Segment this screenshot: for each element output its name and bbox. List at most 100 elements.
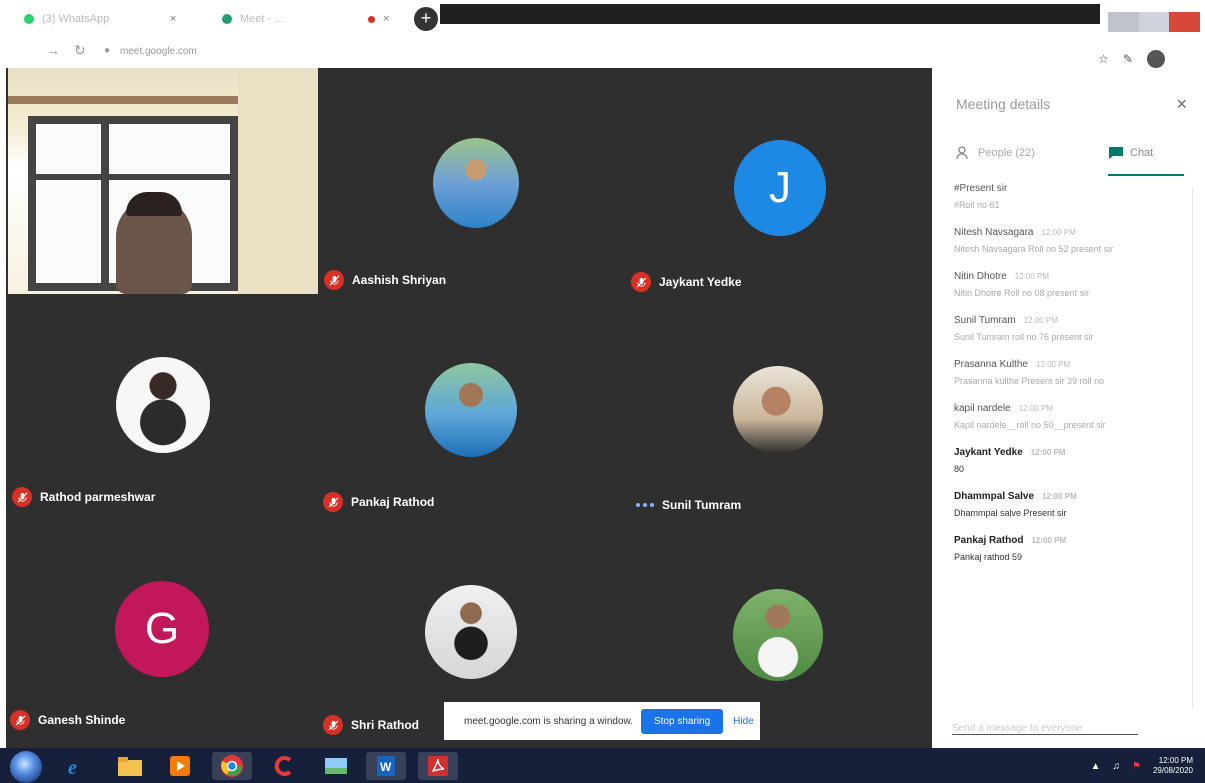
browser-tab-meet[interactable]: Meet - ... ×: [222, 8, 389, 30]
participant-name: Aashish Shriyan: [352, 273, 447, 287]
url-text[interactable]: meet.google.com: [120, 46, 197, 57]
close-window-button[interactable]: [1169, 12, 1201, 32]
chat-message: Nitesh Navsagara 12:00 PM Nitesh Navsagar…: [954, 227, 1192, 254]
message-time: 12:00 PM: [1014, 272, 1050, 281]
hide-button[interactable]: Hide: [733, 716, 754, 727]
back-icon[interactable]: →: [46, 42, 60, 58]
browser-tab-whatsapp[interactable]: (3) WhatsApp ×: [24, 8, 176, 30]
tab-people-label: People (22): [978, 147, 1035, 159]
folder-icon[interactable]: [110, 752, 150, 780]
participant-photo-aashish: [433, 138, 519, 228]
tab-chat[interactable]: Chat: [1108, 146, 1153, 160]
chat-message: #Present sir #Roll no 61: [954, 183, 1192, 210]
reload-icon[interactable]: ↻: [74, 42, 86, 59]
message-time: 12:00 PM: [1035, 360, 1071, 369]
chat-message: Pankaj Rathod 12:00 PM Pankaj rathod 59: [954, 535, 1192, 562]
meeting-details-panel: Meeting details × People (22) Chat #Pres…: [934, 68, 1205, 748]
sharing-message: meet.google.com is sharing a window.: [464, 715, 633, 727]
message-sender: Pankaj Rathod 12:00 PM: [954, 535, 1067, 546]
message-text: Sunil Tumram roll no 76 present sir: [954, 332, 1094, 342]
profile-avatar[interactable]: [1147, 50, 1165, 68]
message-sender: Prasanna Kulthe 12:00 PM: [954, 359, 1071, 370]
tab-strip-background: [440, 4, 1100, 24]
tab-people[interactable]: People (22): [956, 146, 1035, 160]
participant-photo-sunil: [733, 366, 823, 454]
chat-icon: [1109, 147, 1123, 159]
extension-icon[interactable]: ✎: [1123, 52, 1133, 66]
clock-date: 29/08/2020: [1152, 766, 1193, 775]
message-sender: #Present sir: [954, 183, 1008, 194]
panel-tabs: People (22) Chat: [956, 146, 1186, 176]
participant-avatar-jaykant: J: [734, 140, 826, 236]
action-center-icon[interactable]: ⚑: [1132, 761, 1141, 772]
windows-taskbar: e W ▲ ♫ ⚑ 12:00 PM 29/08/2020: [0, 748, 1205, 783]
message-time: 12:00 PM: [1018, 404, 1053, 413]
message-time: 12:00 PM: [1031, 536, 1067, 545]
meet-icon: [222, 14, 232, 24]
message-text: 80: [954, 464, 965, 474]
media-player-icon[interactable]: [160, 752, 200, 780]
close-panel-icon[interactable]: ×: [1176, 94, 1187, 115]
participant-label-shri: Shri Rathod: [323, 715, 419, 735]
ccleaner-icon[interactable]: [264, 752, 304, 780]
maximize-button[interactable]: [1138, 12, 1170, 32]
participant-label-pankaj: Pankaj Rathod: [323, 492, 434, 512]
chat-message: Nitin Dhotre 12:00 PM Nitin Dhotre Roll n…: [954, 271, 1192, 298]
stop-sharing-button[interactable]: Stop sharing: [640, 708, 724, 734]
clock[interactable]: 12:00 PM 29/08/2020: [1153, 756, 1193, 776]
message-text: Prasanna kulthe Present sir 39 roll no: [954, 376, 1105, 386]
start-button[interactable]: [10, 751, 42, 783]
close-tab-icon[interactable]: ×: [383, 13, 389, 25]
chat-message: Dhammpal Salve 12:00 PM Dhammpal salve Pr…: [954, 491, 1192, 518]
speaking-indicator-icon: [636, 503, 654, 507]
tray-arrow-icon[interactable]: ▲: [1091, 761, 1101, 772]
chat-input[interactable]: Send a message to everyone: [952, 723, 1138, 735]
lock-icon: ●: [104, 45, 111, 56]
window-controls: [1108, 12, 1201, 32]
participant-name: Pankaj Rathod: [351, 495, 435, 509]
svg-text:e: e: [68, 757, 77, 778]
tab-label: Meet - ...: [240, 13, 284, 25]
participant-name: Jaykant Yedke: [659, 275, 742, 289]
participant-label-jaykant: Jaykant Yedke: [631, 272, 742, 292]
participant-name: Ganesh Shinde: [38, 713, 126, 727]
chrome-icon[interactable]: [212, 752, 252, 780]
browser-tab-strip: (3) WhatsApp × Meet - ... × +: [0, 0, 1205, 32]
room-wall: [238, 68, 318, 294]
ie-icon[interactable]: e: [56, 752, 96, 780]
participant-photo-unnamed: [733, 589, 823, 681]
chat-message: Sunil Tumram 12:00 PM Sunil Tumram roll n…: [954, 315, 1192, 342]
mic-off-icon: [323, 715, 343, 735]
tab-label: (3) WhatsApp: [42, 13, 110, 25]
word-icon[interactable]: W: [366, 752, 406, 780]
mic-off-icon: [631, 272, 651, 292]
message-sender: Dhammpal Salve 12:00 PM: [954, 491, 1077, 502]
close-tab-icon[interactable]: ×: [170, 13, 176, 25]
chat-messages: #Present sir #Roll no 61 Nitesh Navsagar…: [954, 183, 1192, 713]
message-sender: Sunil Tumram 12:00 PM: [954, 315, 1058, 326]
star-icon[interactable]: ☆: [1098, 52, 1109, 66]
recording-dot-icon: [368, 15, 375, 23]
mic-off-icon: [323, 492, 343, 512]
participant-label-sunil: Sunil Tumram: [636, 498, 741, 512]
chat-message: kapil nardele 12:00 PM Kapil nardele__rol…: [954, 403, 1192, 430]
participant-avatar-ganesh: G: [115, 581, 209, 677]
message-sender: Nitesh Navsagara 12:00 PM: [954, 227, 1076, 238]
active-tab-indicator: [1108, 174, 1184, 176]
new-tab-button[interactable]: +: [414, 7, 438, 31]
address-bar: → ↻ ● meet.google.com: [0, 32, 1205, 66]
participant-name: Rathod parmeshwar: [40, 490, 156, 504]
message-text: #Roll no 61: [954, 200, 1000, 210]
mic-off-icon: [12, 487, 32, 507]
volume-icon[interactable]: ♫: [1112, 761, 1120, 772]
browser-toolbar-icons: ☆ ✎: [1098, 50, 1165, 68]
chat-message: Prasanna Kulthe 12:00 PM Prasanna kulthe …: [954, 359, 1192, 386]
acrobat-icon[interactable]: [418, 752, 458, 780]
paint-icon[interactable]: [316, 752, 356, 780]
message-sender: Jaykant Yedke 12:00 PM: [954, 447, 1066, 458]
message-text: Dhammpal salve Present sir: [954, 508, 1067, 518]
minimize-button[interactable]: [1108, 12, 1139, 32]
presenter-image: [116, 192, 192, 294]
scrollbar-track[interactable]: [1192, 188, 1193, 708]
people-icon: [956, 146, 968, 160]
